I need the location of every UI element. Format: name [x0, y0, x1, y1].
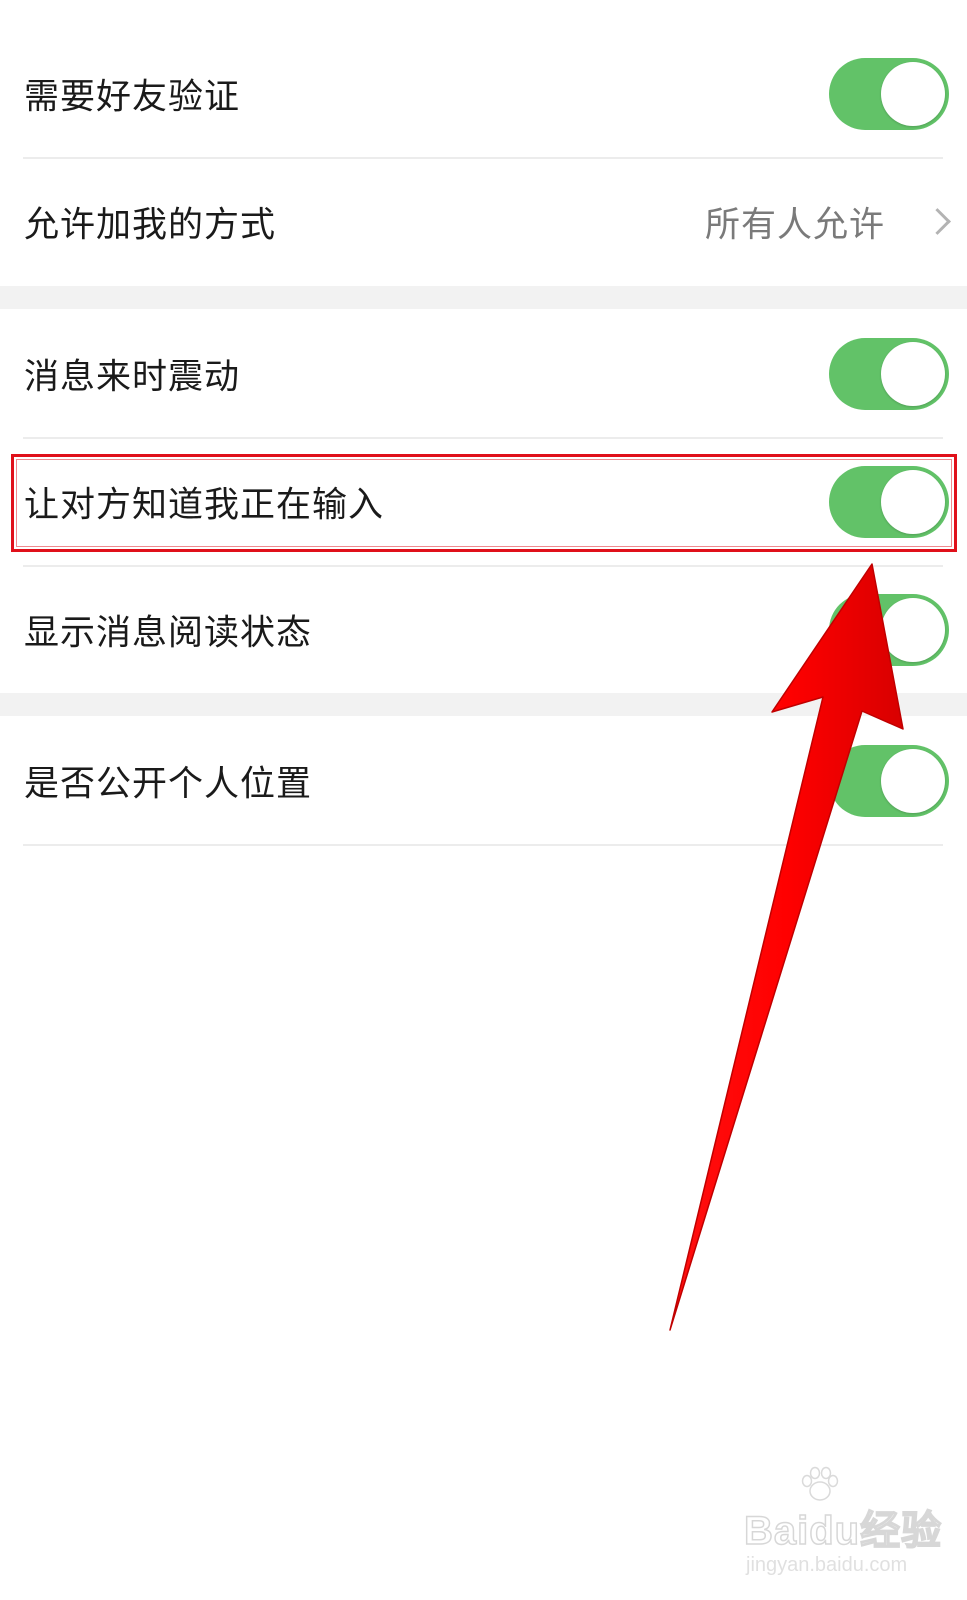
chevron-right-icon [924, 208, 951, 235]
toggle-knob [881, 598, 945, 662]
settings-group-1: 需要好友验证 允许加我的方式 所有人允许 [0, 0, 967, 286]
row-label: 是否公开个人位置 [24, 764, 313, 805]
row-read-status[interactable]: 显示消息阅读状态 [0, 565, 967, 695]
row-add-me-method[interactable]: 允许加我的方式 所有人允许 [0, 157, 967, 287]
section-separator [0, 286, 967, 309]
add-method-value: 所有人允许 [704, 205, 885, 246]
public-location-toggle[interactable] [829, 745, 949, 817]
section-separator [0, 693, 967, 716]
watermark-url: jingyan.baidu.com [746, 1554, 908, 1576]
toggle-knob [881, 62, 945, 126]
vibrate-toggle[interactable] [829, 338, 949, 410]
toggle-knob [881, 342, 945, 406]
toggle-knob [881, 470, 945, 534]
row-public-location[interactable]: 是否公开个人位置 [0, 716, 967, 846]
typing-indicator-toggle[interactable] [829, 466, 949, 538]
row-typing-indicator[interactable]: 让对方知道我正在输入 [0, 437, 967, 567]
row-vibrate-on-message[interactable]: 消息来时震动 [0, 309, 967, 439]
toggle-knob [881, 749, 945, 813]
row-label: 需要好友验证 [24, 77, 241, 118]
watermark-text: Baidu经验 [743, 1508, 943, 1554]
row-label: 让对方知道我正在输入 [24, 485, 385, 526]
row-label: 消息来时震动 [24, 357, 241, 398]
settings-group-3: 是否公开个人位置 [0, 716, 967, 846]
row-label: 允许加我的方式 [24, 205, 277, 246]
row-label: 显示消息阅读状态 [24, 613, 313, 654]
paw-icon [801, 1466, 839, 1501]
read-status-toggle[interactable] [829, 594, 949, 666]
require-verification-toggle[interactable] [829, 58, 949, 130]
baidu-jingyan-watermark: Baidu经验 jingyan.baidu.com [738, 1462, 958, 1582]
row-divider [23, 844, 943, 846]
row-require-friend-verification[interactable]: 需要好友验证 [0, 29, 967, 159]
settings-group-2: 消息来时震动 让对方知道我正在输入 显示消息阅读状态 [0, 309, 967, 693]
